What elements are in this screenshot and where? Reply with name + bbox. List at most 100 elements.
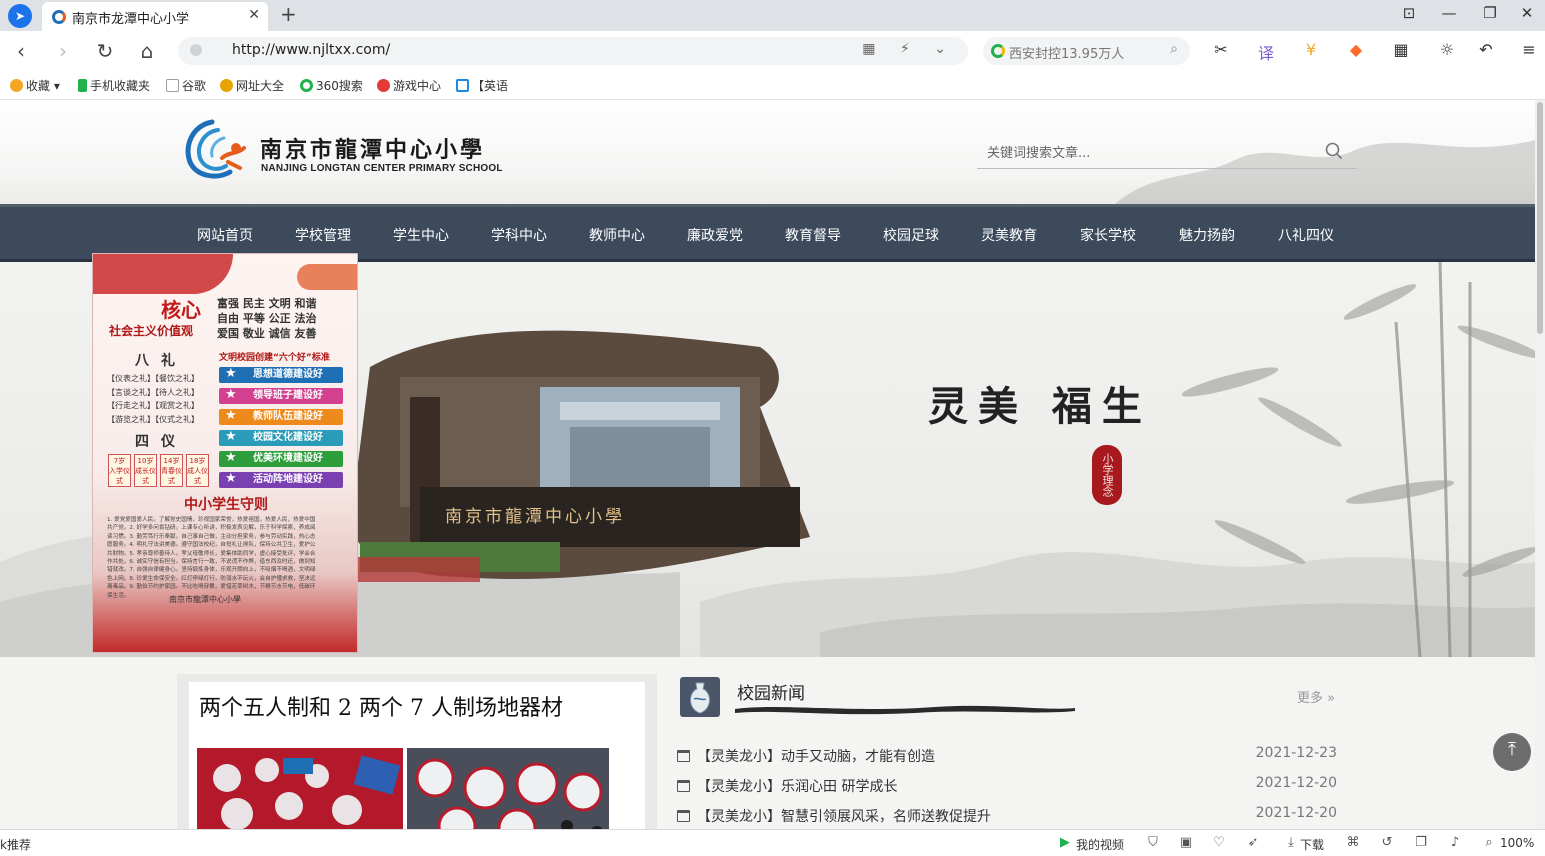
news-item-title[interactable]: 【灵美龙小】动手又动脑，才能有创造 bbox=[697, 746, 935, 766]
brush-stroke-divider bbox=[735, 705, 1075, 715]
minimize-button[interactable]: — bbox=[1436, 4, 1462, 22]
download-button[interactable]: 下载 bbox=[1300, 836, 1324, 853]
bookmark-favorites[interactable]: 收藏 ▾ bbox=[10, 77, 60, 94]
bookmark-mobile[interactable]: 手机收藏夹 bbox=[78, 77, 150, 94]
search360-icon bbox=[300, 79, 313, 92]
featured-article-title[interactable]: 两个五人制和 2 两个 7 人制场地器材 bbox=[199, 690, 563, 722]
news-item-date: 2021-12-23 bbox=[1255, 745, 1337, 761]
nav-integrity-party[interactable]: 廉政爱党 bbox=[687, 225, 743, 245]
site-search-input[interactable] bbox=[977, 140, 1317, 166]
reload-button[interactable]: ↻ bbox=[92, 39, 118, 65]
browser-tab-active[interactable]: 南京市龙潭中心小学 ✕ bbox=[42, 2, 268, 31]
nav-school-management[interactable]: 学校管理 bbox=[295, 225, 351, 245]
search-icon[interactable]: ⌕ bbox=[1170, 41, 1178, 57]
tab-close-icon[interactable]: ✕ bbox=[248, 7, 260, 23]
football-equipment-photo[interactable] bbox=[197, 748, 403, 829]
search-suggestion[interactable]: 西安封控13.95万人 bbox=[1009, 43, 1124, 62]
download-icon[interactable]: ⤓ bbox=[1282, 835, 1300, 850]
nav-education-supervision[interactable]: 教育督导 bbox=[785, 225, 841, 245]
news-item-title[interactable]: 【灵美龙小】智慧引领展风采，名师送教促提升 bbox=[697, 806, 991, 826]
translate-icon[interactable]: 译 bbox=[1252, 40, 1280, 64]
forward-button[interactable]: › bbox=[50, 39, 76, 65]
bookmark-english[interactable]: 【英语 bbox=[456, 77, 508, 94]
featured-article-card[interactable]: 两个五人制和 2 两个 7 人制场地器材 bbox=[177, 674, 657, 829]
new-tab-button[interactable]: + bbox=[280, 2, 297, 26]
game-center-icon bbox=[377, 79, 390, 92]
url-text[interactable]: http://www.njltxx.com/ bbox=[232, 42, 390, 58]
poster-ribbon-decoration bbox=[297, 264, 357, 290]
heart-icon[interactable]: ♡ bbox=[1210, 835, 1228, 850]
poster-core-title: 核心 bbox=[161, 298, 201, 322]
coin-icon[interactable]: ¥ bbox=[1297, 40, 1325, 59]
news-item-title[interactable]: 【灵美龙小】乐润心田 研学成长 bbox=[697, 776, 897, 796]
nav-subject-center[interactable]: 学科中心 bbox=[491, 225, 547, 245]
poster-standard-bar: 活动阵地建设好 bbox=[219, 471, 343, 488]
rocket-icon[interactable]: ➶ bbox=[1244, 835, 1262, 850]
news-list-item[interactable]: 【灵美龙小】动手又动脑，才能有创造 2021-12-23 bbox=[677, 745, 1337, 768]
page-viewport: 南京市龍潭中心小學 NANJING LONGTAN CENTER PRIMARY… bbox=[0, 100, 1535, 829]
my-videos-button[interactable]: 我的视频 bbox=[1076, 836, 1124, 853]
home-button[interactable]: ⌂ bbox=[134, 39, 160, 65]
calendar-icon bbox=[677, 750, 690, 762]
football-balls-photo[interactable] bbox=[407, 748, 609, 829]
scissors-icon[interactable]: ✂ bbox=[1207, 40, 1235, 59]
close-window-button[interactable]: ✕ bbox=[1514, 4, 1540, 22]
address-bar[interactable]: http://www.njltxx.com/ ▦ ⚡ ⌄ bbox=[178, 37, 968, 65]
scrollbar-thumb[interactable] bbox=[1537, 102, 1543, 334]
image-icon[interactable]: ▣ bbox=[1177, 835, 1195, 850]
nav-parent-school[interactable]: 家长学校 bbox=[1080, 225, 1136, 245]
menu-icon[interactable]: ≡ bbox=[1515, 40, 1543, 59]
school-name[interactable]: 南京市龍潭中心小學 bbox=[260, 132, 485, 164]
skin-icon[interactable]: ⊡ bbox=[1396, 4, 1422, 22]
bookmark-360search[interactable]: 360搜索 bbox=[300, 77, 363, 94]
poster-rites-list: 【仪表之礼】【餐饮之礼】 【言谈之礼】【待人之礼】 【行走之礼】【观赏之礼】 【… bbox=[107, 374, 199, 424]
star-icon bbox=[10, 79, 23, 92]
news-list-item[interactable]: 【灵美龙小】智慧引领展风采，名师送教促提升 2021-12-20 bbox=[677, 805, 1337, 828]
site-info-icon[interactable] bbox=[190, 44, 202, 56]
nav-home[interactable]: 网站首页 bbox=[197, 225, 253, 245]
school-logo-icon[interactable] bbox=[182, 118, 252, 180]
bookmarks-bar: 收藏 ▾ 手机收藏夹 谷歌 网址大全 360搜索 游戏中心 【英语 bbox=[0, 71, 1545, 100]
game-icon[interactable]: ◆ bbox=[1342, 40, 1370, 59]
news-list-item[interactable]: 【灵美龙小】乐润心田 研学成长 2021-12-20 bbox=[677, 775, 1337, 798]
back-button[interactable]: ‹ bbox=[8, 39, 34, 65]
restore-button[interactable]: ❐ bbox=[1477, 4, 1503, 22]
ceremony-age-badge: 10岁 成长仪式 bbox=[134, 454, 157, 487]
bookmark-sites[interactable]: 网址大全 bbox=[220, 77, 284, 94]
nav-campus-football[interactable]: 校园足球 bbox=[883, 225, 939, 245]
back-to-top-button[interactable]: ⤒ bbox=[1493, 733, 1531, 771]
refresh-pages-icon[interactable]: ↺ bbox=[1378, 835, 1396, 850]
nav-lingmei-education[interactable]: 灵美教育 bbox=[981, 225, 1037, 245]
capture-icon[interactable]: ⌘ bbox=[1344, 835, 1362, 850]
nav-eight-rites[interactable]: 八礼四仪 bbox=[1278, 225, 1334, 245]
video-play-icon: ▶ bbox=[1060, 835, 1070, 850]
core-values-poster[interactable]: 核心 社会主义价值观 富强 民主 文明 和谐 自由 平等 公正 法治 爱国 敬业… bbox=[92, 253, 358, 653]
site-header: 南京市龍潭中心小學 NANJING LONGTAN CENTER PRIMARY… bbox=[0, 100, 1535, 204]
zoom-level[interactable]: 100% bbox=[1500, 836, 1534, 850]
news-more-link[interactable]: 更多 » bbox=[1297, 687, 1335, 706]
undo-icon[interactable]: ↶ bbox=[1472, 40, 1500, 59]
poster-core-subtitle: 社会主义价值观 bbox=[109, 324, 194, 338]
shield-icon[interactable]: ⛉ bbox=[1144, 835, 1162, 850]
browser-logo-icon[interactable]: ➤ bbox=[8, 4, 32, 28]
nav-charm-yangyun[interactable]: 魅力扬韵 bbox=[1179, 225, 1235, 245]
brightness-icon[interactable]: ☼ bbox=[1433, 40, 1461, 59]
poster-rules-text: 1. 爱党爱国爱人民。了解党史国情，珍视国家荣誉，热爱祖国，热爱人民，热爱中国共… bbox=[107, 517, 316, 599]
bookmark-games[interactable]: 游戏中心 bbox=[377, 77, 441, 94]
address-bar-actions-icon[interactable]: ▦ ⚡ ⌄ bbox=[862, 41, 956, 57]
search-icon[interactable] bbox=[1325, 142, 1343, 160]
tab-title: 南京市龙潭中心小学 bbox=[72, 12, 190, 27]
window-icon[interactable]: ❐ bbox=[1412, 835, 1430, 850]
nav-student-center[interactable]: 学生中心 bbox=[393, 225, 449, 245]
browser-tabbar: ➤ 南京市龙潭中心小学 ✕ + ⊡ — ❐ ✕ bbox=[0, 0, 1545, 31]
apps-icon[interactable]: ▦ bbox=[1387, 40, 1415, 59]
sound-icon[interactable]: ♪ bbox=[1446, 835, 1464, 850]
nav-teacher-center[interactable]: 教师中心 bbox=[589, 225, 645, 245]
status-recommend[interactable]: k推荐 bbox=[0, 836, 31, 853]
poster-footer: 南京市龍潭中心小學 bbox=[169, 595, 241, 604]
gate-sign-text: 南京市龍潭中心小學 bbox=[445, 507, 625, 527]
bookmark-google[interactable]: 谷歌 bbox=[166, 77, 206, 94]
browser-search-box[interactable]: 西安封控13.95万人 ⌕ bbox=[983, 37, 1190, 65]
page-scrollbar[interactable] bbox=[1535, 100, 1545, 829]
calendar-icon bbox=[677, 780, 690, 792]
